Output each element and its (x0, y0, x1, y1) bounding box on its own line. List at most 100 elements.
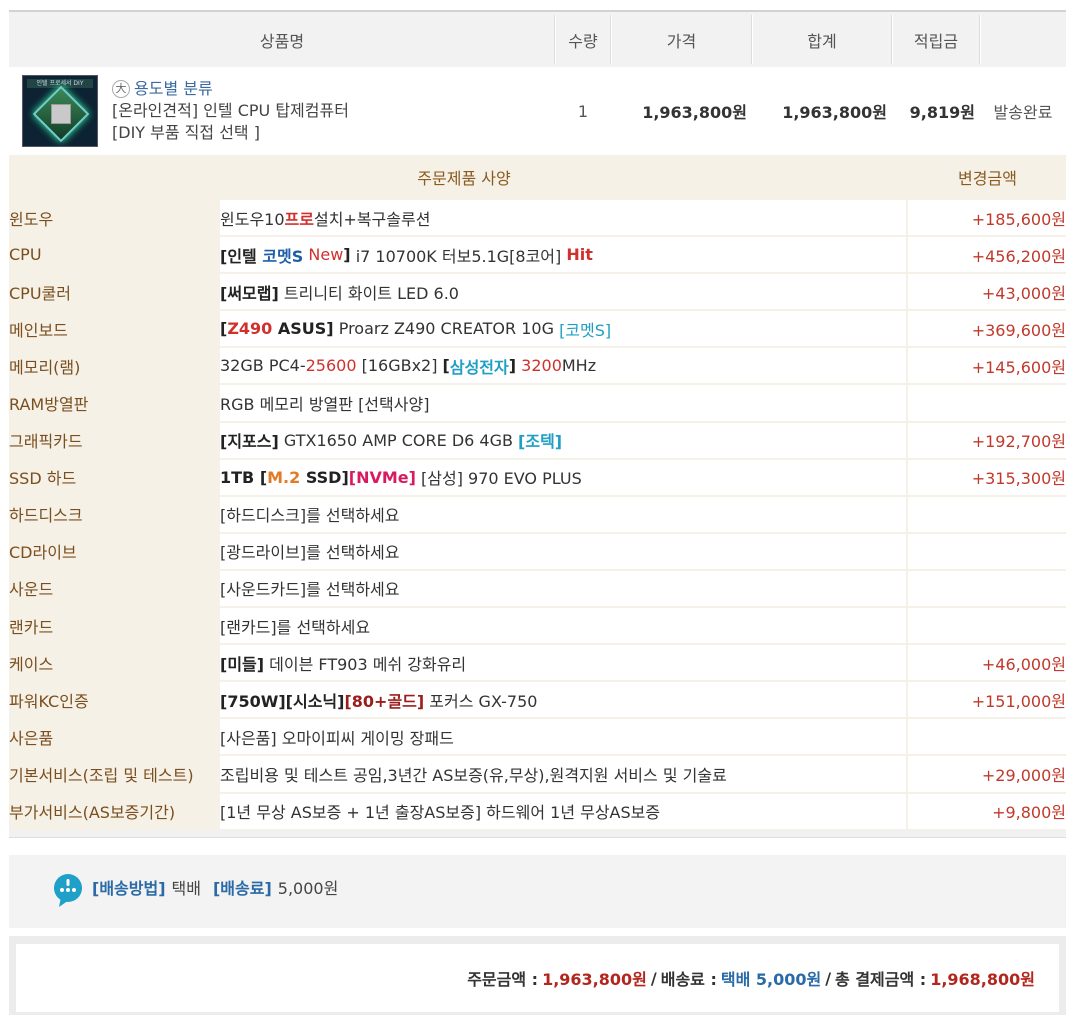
spec-value-part: ASUS] (272, 319, 334, 339)
spec-header-label: 주문제품 사양 (417, 169, 511, 188)
spec-row: 윈도우 윈도우10 프로 설치+복구솔루션 +185,600원 (9, 199, 1066, 237)
spec-amount: +9,800원 (908, 793, 1066, 829)
spec-value-part: [써모랩] (220, 283, 279, 303)
spec-value-part: 코멧S (262, 246, 304, 266)
spec-value-part: ] (343, 245, 351, 265)
spec-row: 랜카드 [랜카드]를 선택하세요 (9, 607, 1066, 645)
spec-value-part: 프로 (284, 209, 314, 229)
spec-value-part: [NVMe] (348, 467, 416, 487)
category-link[interactable]: 大 용도별 분류 (112, 78, 349, 100)
spec-amount (908, 570, 1066, 607)
spec-label: 그래픽카드 (9, 421, 216, 459)
spec-row: 파워KC인증 [750W][시소닉] [80+골드] 포커스 GX-750 +151,… (9, 681, 1066, 719)
spec-value: [사운드카드]를 선택하세요 (220, 570, 906, 607)
spec-value-part: i7 10700K 터보5.1G[8코어] (350, 246, 567, 266)
category-icon: 大 (112, 80, 130, 98)
spec-value: 조립비용 및 테스트 공임,3년간 AS보증(유,무상),원격지원 서비스 및 … (220, 756, 906, 792)
spec-value-part: RGB 메모리 방열판 [선택사양] (220, 395, 430, 415)
spec-value-part: GTX1650 AMP CORE D6 4GB (278, 430, 519, 450)
order-status: 발송완료 (993, 103, 1053, 122)
spec-value-part: 설치+복구솔루션 (313, 209, 431, 229)
spec-value: RGB 메모리 방열판 [선택사양] (220, 385, 906, 421)
spec-amount: +315,300원 (908, 459, 1066, 495)
col-total-header: 합계 (752, 12, 892, 67)
spec-row: 부가서비스(AS보증기간) [1년 무상 AS보증 + 1년 출장AS보증] 하드… (9, 792, 1066, 830)
order-amount-value: 1,963,800원 (542, 970, 647, 989)
spec-value-part: 32GB PC4- (220, 356, 306, 376)
spec-value-part: Proarz Z490 CREATOR 10G (333, 319, 560, 339)
spec-label: CPU쿨러 (9, 273, 216, 311)
grand-total-label: 총 결제금액 : (835, 970, 927, 989)
spec-row: CD라이브 [광드라이브]를 선택하세요 (9, 532, 1066, 570)
spec-label: 메인보드 (9, 310, 216, 348)
spec-amount: +456,200원 (908, 237, 1066, 273)
shipping-method: 택배 (171, 878, 201, 898)
shipping-fee-summary-value: 택배 5,000원 (720, 970, 822, 989)
spec-table: 주문제품 사양 변경금액 윈도우 윈도우10 프로 설치+복구솔루션 +185,600원… (9, 155, 1066, 830)
spec-value-part: 포커스 GX-750 (424, 691, 538, 711)
spec-row: 케이스 [미들] 데이븐 FT903 메쉬 강화유리 +46,000원 (9, 644, 1066, 682)
shipping-fee: 5,000원 (277, 878, 339, 898)
spec-label: 메모리(램) (9, 347, 216, 385)
spec-value-part: [사운드카드]를 선택하세요 (220, 580, 400, 600)
product-row: 인텔 프로세서 DIY 大 용도별 분류 [온라인견적] 인텔 CPU 탑제컴퓨… (9, 67, 1066, 155)
spec-value-part: [지포스] (220, 432, 279, 452)
shipping-method-label: [배송방법] (92, 878, 166, 898)
spec-row: SSD 하드 1TB [M.2 SSD] [NVMe] [삼성] 970 EVO P… (9, 458, 1066, 496)
spec-value-part: [코멧S] (559, 320, 612, 340)
spec-amount: +145,600원 (908, 348, 1066, 384)
spec-value-part: [인텔 (220, 246, 263, 266)
spec-value: [써모랩] 트리니티 화이트 LED 6.0 (220, 274, 906, 310)
spec-value-part: Hit (566, 245, 593, 265)
product-info: 大 용도별 분류 [온라인견적] 인텔 CPU 탑제컴퓨터 [DIY 부품 직접… (112, 78, 349, 144)
spec-value: [Z490 ASUS] Proarz Z490 CREATOR 10G [코멧S… (220, 311, 906, 347)
spec-value-part: M.2 (267, 467, 301, 487)
spec-amount (908, 719, 1066, 755)
spec-table-bottom (9, 829, 1066, 838)
spec-row: RAM방열판 RGB 메모리 방열판 [선택사양] (9, 384, 1066, 422)
spec-value-part: 윈도우10 (220, 209, 285, 229)
spec-label: 랜카드 (9, 607, 216, 645)
spec-value: 윈도우10 프로 설치+복구솔루션 (220, 200, 906, 236)
product-price: 1,963,800원 (642, 103, 747, 122)
spec-value-part: MHz (561, 356, 597, 376)
col-product-header: 상품명 (259, 31, 305, 51)
spec-value-part: [미들] (220, 654, 265, 674)
spec-value-part: [조텍] (518, 432, 563, 452)
spec-label: 파워KC인증 (9, 681, 216, 719)
summary-separator: / (650, 968, 657, 988)
spec-value-part: SSD] (300, 467, 349, 487)
spec-label: 윈도우 (9, 199, 216, 237)
spec-value-part: [사은품] 오마이피씨 게이밍 장패드 (220, 728, 454, 748)
spec-value-part: 삼성전자 (449, 357, 509, 377)
product-name-line1[interactable]: [온라인견적] 인텔 CPU 탑제컴퓨터 (112, 100, 349, 122)
spec-value-part: [광드라이브]를 선택하세요 (220, 543, 400, 563)
spec-row: 하드디스크 [하드디스크]를 선택하세요 (9, 495, 1066, 533)
spec-header: 주문제품 사양 변경금액 (9, 155, 1066, 199)
spec-value-part: 트리니티 화이트 LED 6.0 (278, 283, 459, 303)
spec-label: 하드디스크 (9, 495, 216, 533)
spec-value-part: [하드디스크]를 선택하세요 (220, 506, 400, 526)
spec-row: CPU쿨러 [써모랩] 트리니티 화이트 LED 6.0 +43,000원 (9, 273, 1066, 311)
spec-value-part: [750W][시소닉] (220, 691, 345, 711)
product-thumbnail[interactable]: 인텔 프로세서 DIY (22, 75, 98, 147)
spec-amount: +43,000원 (908, 274, 1066, 310)
spec-label: 케이스 (9, 644, 216, 682)
spec-row: 사은품 [사은품] 오마이피씨 게이밍 장패드 (9, 718, 1066, 756)
spec-label: 부가서비스(AS보증기간) (9, 792, 216, 830)
product-qty: 1 (577, 101, 589, 121)
spec-amount: +192,700원 (908, 422, 1066, 458)
shipping-text: [배송방법] 택배 [배송료] 5,000원 (92, 855, 338, 918)
spec-value: [광드라이브]를 선택하세요 (220, 533, 906, 569)
spec-label: 기본서비스(조립 및 테스트) (9, 755, 216, 793)
summary-separator: / (825, 968, 832, 988)
spec-value-part: ] (508, 356, 517, 376)
spec-value: [1년 무상 AS보증 + 1년 출장AS보증] 하드웨어 1년 무상AS보증 (220, 793, 906, 829)
spec-value: [미들] 데이븐 FT903 메쉬 강화유리 (220, 645, 906, 681)
payment-summary: 주문금액 : 1,963,800원 / 배송료 : 택배 5,000원 / 총 … (9, 936, 1066, 1015)
product-name-line2[interactable]: [DIY 부품 직접 선택 ] (112, 122, 349, 144)
spec-amount: +185,600원 (908, 200, 1066, 236)
spec-value-part: [1년 무상 AS보증 + 1년 출장AS보증] 하드웨어 1년 무상AS보증 (220, 803, 661, 823)
spec-row: CPU [인텔 코멧S New] i7 10700K 터보5.1G[8코어] Hi… (9, 236, 1066, 274)
spec-amount: +46,000원 (908, 645, 1066, 681)
